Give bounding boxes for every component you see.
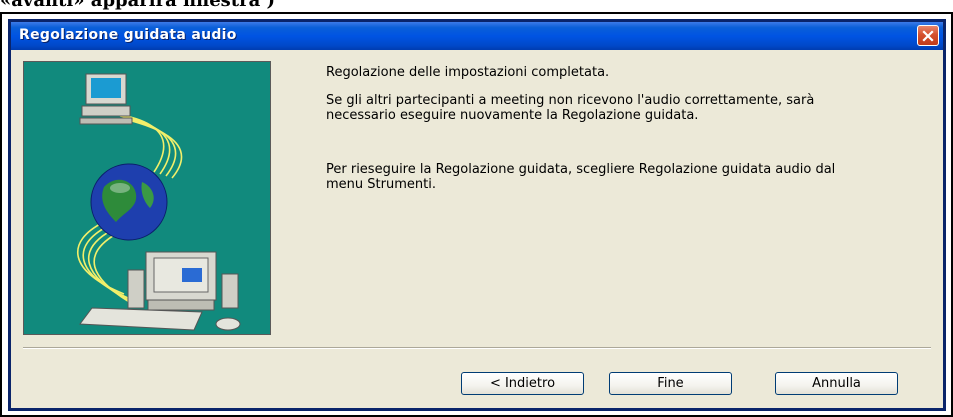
wizard-illustration (23, 61, 271, 335)
cancel-button[interactable]: Annulla (775, 372, 898, 395)
back-button[interactable]: < Indietro (461, 372, 584, 395)
close-button[interactable] (917, 25, 939, 46)
audio-issue-message: Se gli altri partecipanti a meeting non … (326, 93, 815, 123)
finish-button[interactable]: Fine (609, 372, 732, 395)
document-caption: «avanti» apparirà finestra ) (0, 0, 953, 10)
window-title: Regolazione guidata audio (19, 27, 237, 43)
completion-message: Regolazione delle impostazioni completat… (326, 65, 610, 80)
title-bar[interactable]: Regolazione guidata audio (11, 22, 943, 50)
rerun-instructions: Per rieseguire la Regolazione guidata, s… (326, 162, 836, 192)
dialog-content: Regolazione delle impostazioni completat… (11, 50, 943, 408)
close-icon (922, 29, 934, 42)
network-computers-globe-illustration (77, 73, 241, 331)
separator (23, 347, 931, 349)
audio-wizard-dialog: Regolazione guidata audio Regolazione de… (8, 19, 946, 411)
